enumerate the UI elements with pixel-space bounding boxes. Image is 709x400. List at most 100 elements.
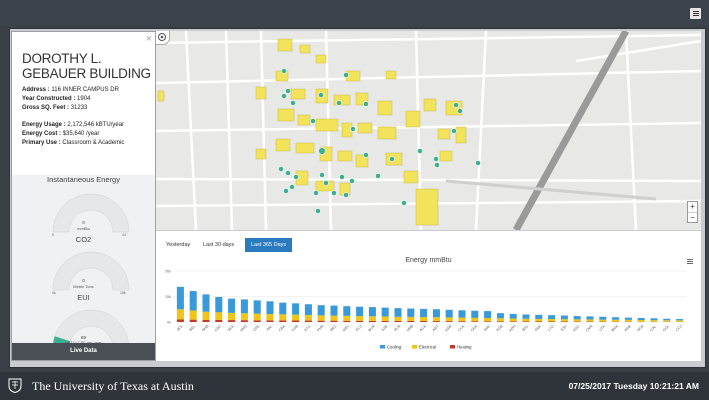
bar-segment-cooling <box>458 310 466 318</box>
map-location-icon[interactable] <box>156 31 170 45</box>
bar-segment-heating <box>292 320 300 322</box>
bar-segment-heating <box>215 319 223 322</box>
bar-segment-electrical <box>471 317 479 322</box>
energy-cost-row: Energy Cost : $35,640 /year <box>22 131 100 137</box>
bar-segment-electrical <box>612 319 620 322</box>
bar-segment-heating <box>445 321 453 322</box>
bar-segment-electrical <box>586 319 594 322</box>
university-name: The University of Texas at Austin <box>32 379 194 393</box>
x-tick-label: CBA <box>278 324 286 332</box>
bar-segment-electrical <box>330 315 338 321</box>
bar-segment-electrical <box>394 316 402 321</box>
bar-segment-cooling <box>509 313 517 319</box>
legend-swatch-electrical <box>412 345 417 349</box>
bar-segment-cooling <box>612 317 620 320</box>
bar-segment-electrical <box>676 320 684 322</box>
x-tick-label: ECJ <box>355 324 363 332</box>
x-tick-label: MAI <box>483 325 490 332</box>
x-tick-label: ESB <box>496 324 504 332</box>
bar-segment-cooling <box>356 306 364 317</box>
bar-segment-cooling <box>407 308 415 317</box>
bar-segment-electrical <box>292 314 300 321</box>
zoom-out-button[interactable]: − <box>688 212 697 222</box>
x-tick-label: UTA <box>598 324 606 332</box>
x-tick-label: RSC <box>572 324 580 332</box>
bar-segment-cooling <box>266 301 274 315</box>
bar-segment-cooling <box>445 309 453 318</box>
bar-segment-cooling <box>420 308 428 318</box>
bar-segment-cooling <box>484 311 492 319</box>
bar-segment-heating <box>356 320 364 322</box>
x-tick-label: PHR <box>316 324 324 332</box>
bar-segment-cooling <box>279 302 287 315</box>
sqft-row: Gross SQ. Feet : 31233 <box>22 105 88 111</box>
bar-segment-electrical <box>189 310 197 320</box>
bar-segment-cooling <box>317 305 325 316</box>
live-data-button[interactable]: Live Data <box>12 343 155 360</box>
x-tick-label: LTD <box>547 324 555 332</box>
bar-segment-electrical <box>535 318 543 322</box>
building-name: DOROTHY L. GEBAUER BUILDING <box>22 51 151 81</box>
bar-segment-heating <box>368 320 376 322</box>
bar-segment-electrical <box>599 319 607 322</box>
x-tick-label: SSW <box>444 324 453 333</box>
gauge-energy-value: 0 <box>82 220 85 225</box>
x-tick-label: NOA <box>636 324 645 333</box>
bar-segment-electrical <box>215 312 223 320</box>
x-tick-label: ADH <box>508 324 516 332</box>
campus-map[interactable]: + − <box>156 31 701 230</box>
bar-segment-electrical <box>458 317 466 322</box>
bar-segment-cooling <box>368 307 376 317</box>
x-tick-label: WEL <box>342 324 350 332</box>
bar-segment-cooling <box>394 308 402 317</box>
bar-segment-electrical <box>279 314 287 321</box>
bar-segment-heating <box>509 321 517 322</box>
legend-swatch-heating <box>450 345 455 349</box>
legend-label: Heating <box>457 344 472 349</box>
bar-segment-heating <box>496 321 504 322</box>
x-tick-label: BMA <box>611 324 620 333</box>
menu-icon[interactable] <box>690 8 701 19</box>
bar-segment-electrical <box>253 313 261 321</box>
zoom-in-button[interactable]: + <box>688 202 697 212</box>
x-tick-label: BUR <box>368 324 376 332</box>
bar-segment-heating <box>381 320 389 322</box>
x-tick-label: SZB <box>381 324 389 332</box>
x-tick-label: MBB <box>406 324 415 333</box>
bar-segment-heating <box>484 321 492 322</box>
bar-segment-electrical <box>445 317 453 322</box>
x-tick-label: GOL <box>662 324 670 332</box>
bar-segment-cooling <box>624 317 632 320</box>
bar-segment-electrical <box>266 314 274 321</box>
x-tick-label: SJH <box>560 324 568 332</box>
bar-segment-cooling <box>304 304 312 315</box>
bar-segment-cooling <box>189 291 197 311</box>
bar-segment-heating <box>535 321 543 322</box>
bar-segment-electrical <box>420 317 428 322</box>
bar-segment-electrical <box>432 317 440 322</box>
legend-label: Cooling <box>387 344 402 349</box>
bar-segment-cooling <box>432 309 440 318</box>
x-tick-label: NMS <box>239 324 248 333</box>
bar-segment-electrical <box>496 318 504 322</box>
bar-segment-electrical <box>573 319 581 322</box>
bar-segment-electrical <box>407 316 415 321</box>
dashboard-app: + − × DOROTHY L. GEBAUER BUILDING Addres… <box>0 0 709 400</box>
map-canvas[interactable] <box>156 31 701 230</box>
bar-segment-heating <box>420 321 428 322</box>
bar-segment-cooling <box>240 299 248 314</box>
bar-segment-cooling <box>471 310 479 318</box>
close-icon[interactable]: × <box>146 33 152 45</box>
x-tick-label: ANB <box>624 324 632 332</box>
bar-segment-electrical <box>202 311 210 320</box>
bar-segment-heating <box>253 320 261 322</box>
bar-segment-cooling <box>573 316 581 320</box>
bar-segment-cooling <box>637 317 645 321</box>
top-bar <box>0 0 709 26</box>
legend-label: Electrical <box>419 344 436 349</box>
bar-segment-electrical <box>637 320 645 322</box>
bar-segment-electrical <box>650 320 658 322</box>
bar-segment-electrical <box>240 313 248 321</box>
bar-segment-cooling <box>202 294 210 312</box>
y-tick-label: 0k <box>167 321 171 325</box>
